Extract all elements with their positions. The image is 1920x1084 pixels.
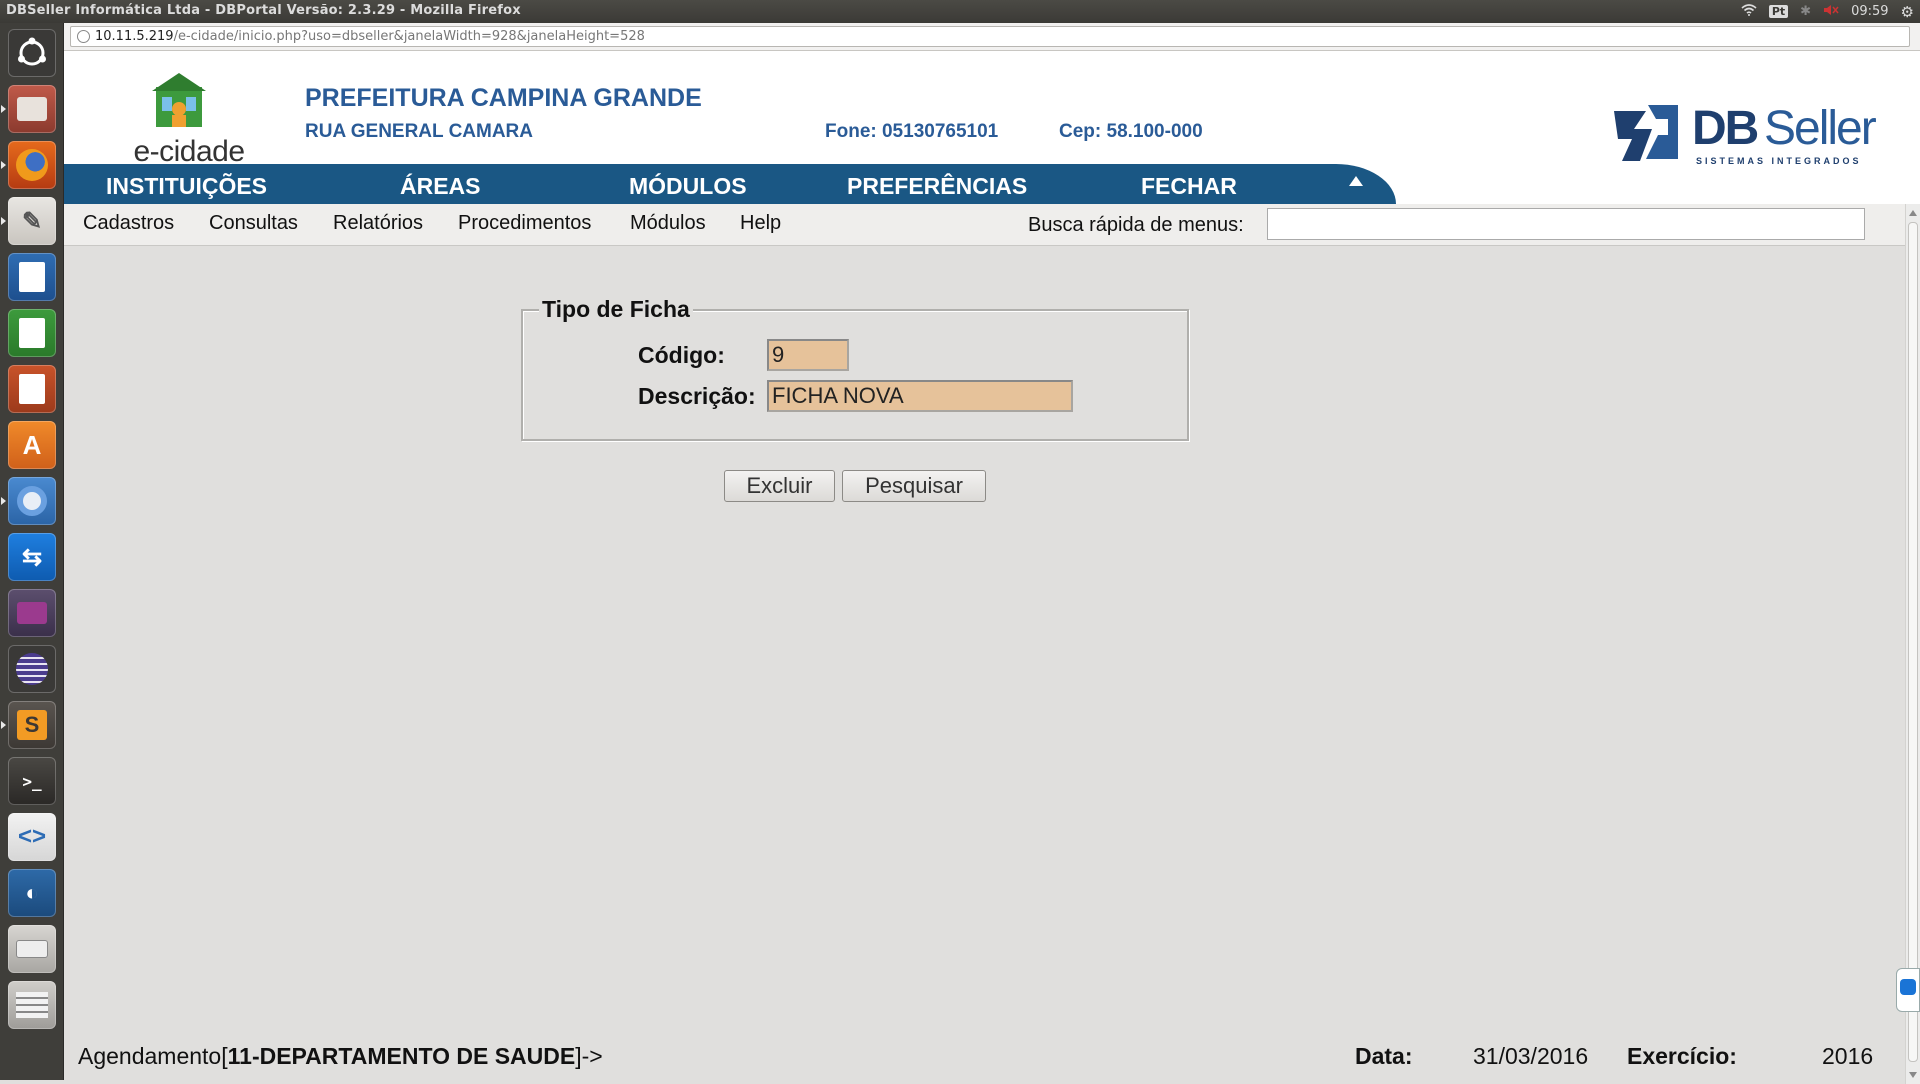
window-title: DBSeller Informática Ltda - DBPortal Ver… <box>6 3 521 18</box>
bluetooth-icon[interactable]: ✱ <box>1800 4 1811 19</box>
system-top-bar: DBSeller Informática Ltda - DBPortal Ver… <box>0 0 1920 23</box>
nav-instituicoes[interactable]: INSTITUIÇÕES <box>106 173 267 200</box>
current-module: Agendamento[11-DEPARTAMENTO DE SAUDE]-> <box>78 1043 603 1070</box>
clock[interactable]: 09:59 <box>1851 4 1888 19</box>
module-prefix: Agendamento[ <box>78 1043 228 1069</box>
organization-cep: Cep: 58.100-000 <box>1059 121 1203 142</box>
running-indicator <box>1 105 6 113</box>
fieldset-legend: Tipo de Ficha <box>539 296 693 323</box>
department-name: 11-DEPARTAMENTO DE SAUDE <box>227 1043 576 1069</box>
browser-address-bar: 10.11.5.219/e-cidade/inicio.php?uso=dbse… <box>64 23 1920 51</box>
quick-search-input[interactable] <box>1267 208 1865 240</box>
dbseller-logo-seller: Seller <box>1764 102 1877 155</box>
exercicio-value: 2016 <box>1822 1043 1874 1069</box>
scroll-thumb[interactable] <box>1908 222 1918 1062</box>
status-footer: Agendamento[11-DEPARTAMENTO DE SAUDE]-> … <box>64 1036 1905 1080</box>
descricao-field[interactable] <box>767 380 1073 412</box>
teamviewer-side-tab[interactable] <box>1896 968 1920 1012</box>
excluir-button[interactable]: Excluir <box>724 470 835 502</box>
page-header: e-cidade PREFEITURA CAMPINA GRANDE RUA G… <box>64 51 1920 205</box>
scroll-down-arrow-icon[interactable] <box>1909 1072 1917 1078</box>
mysql-workbench-icon[interactable]: ◐ <box>8 869 56 917</box>
menu-help[interactable]: Help <box>740 212 781 235</box>
video-player-icon[interactable] <box>8 589 56 637</box>
module-suffix: ]-> <box>575 1043 603 1069</box>
date-label: Data: <box>1355 1043 1413 1069</box>
text-editor-icon[interactable]: ✎ <box>8 197 56 245</box>
sublime-text-icon[interactable]: S <box>8 701 56 749</box>
file-manager-icon[interactable] <box>8 85 56 133</box>
workspaces-icon[interactable] <box>8 981 56 1029</box>
url-host: 10.11.5.219 <box>95 29 174 44</box>
eclipse-icon[interactable] <box>8 645 56 693</box>
organization-address: RUA GENERAL CAMARA <box>305 121 533 142</box>
url-field[interactable]: 10.11.5.219/e-cidade/inicio.php?uso=dbse… <box>70 26 1910 47</box>
menu-cadastros[interactable]: Cadastros <box>83 212 174 235</box>
teamviewer-icon[interactable]: ⇆ <box>8 533 56 581</box>
organization-name: PREFEITURA CAMPINA GRANDE <box>305 84 702 112</box>
page-scrollbar[interactable] <box>1905 204 1920 1084</box>
dbseller-logo: DB Seller SISTEMAS INTEGRADOS <box>1612 95 1877 175</box>
code-editor-icon[interactable]: <> <box>8 813 56 861</box>
site-identity-icon[interactable] <box>77 30 90 43</box>
dbseller-logo-db: DB <box>1692 102 1759 155</box>
ubuntu-dash-icon[interactable] <box>8 29 56 77</box>
nav-modulos[interactable]: MÓDULOS <box>629 173 747 200</box>
nav-fechar[interactable]: FECHAR <box>1141 173 1237 200</box>
dbseller-mark-icon <box>1614 105 1678 161</box>
quick-search-label: Busca rápida de menus: <box>1028 214 1244 236</box>
organization-phone: Fone: 05130765101 <box>825 121 999 142</box>
menu-procedimentos[interactable]: Procedimentos <box>458 212 591 235</box>
running-indicator <box>1 161 6 169</box>
impress-icon[interactable] <box>8 365 56 413</box>
pesquisar-button[interactable]: Pesquisar <box>842 470 986 502</box>
running-indicator <box>1 497 6 505</box>
chromium-icon[interactable] <box>8 477 56 525</box>
descricao-label: Descrição: <box>638 383 756 409</box>
running-indicator <box>1 217 6 225</box>
menu-relatorios[interactable]: Relatórios <box>333 212 423 235</box>
writer-icon[interactable] <box>8 253 56 301</box>
system-tray: Pt ✱ 09:59 ⚙ <box>1741 2 1914 21</box>
e-cidade-house-icon <box>152 73 206 127</box>
scroll-up-arrow-icon[interactable] <box>1909 210 1917 216</box>
dbseller-tagline: SISTEMAS INTEGRADOS <box>1696 156 1862 166</box>
terminal-icon[interactable]: >_ <box>8 757 56 805</box>
tipo-de-ficha-fieldset: Tipo de Ficha <box>521 296 1189 441</box>
sub-menu-bar: Cadastros Consultas Relatórios Procedime… <box>64 204 1905 246</box>
teamviewer-small-icon <box>1900 979 1916 995</box>
software-center-icon[interactable]: A <box>8 421 56 469</box>
firefox-icon[interactable] <box>8 141 56 189</box>
application-launcher: ✎ A ⇆ S >_ <> ◐ <box>0 23 64 1080</box>
settings-gear-icon[interactable]: ⚙ <box>1901 3 1914 21</box>
page-content: e-cidade PREFEITURA CAMPINA GRANDE RUA G… <box>64 51 1920 1084</box>
date-value: 31/03/2016 <box>1473 1043 1589 1069</box>
menu-consultas[interactable]: Consultas <box>209 212 298 235</box>
running-indicator <box>1 721 6 729</box>
keyboard-layout-indicator[interactable]: Pt <box>1768 5 1789 18</box>
collapse-header-icon[interactable] <box>1349 176 1363 186</box>
menu-modulos[interactable]: Módulos <box>630 212 706 235</box>
wifi-icon[interactable] <box>1741 3 1757 20</box>
nav-areas[interactable]: ÁREAS <box>400 173 481 200</box>
main-navigation: INSTITUIÇÕES ÁREAS MÓDULOS PREFERÊNCIAS … <box>64 164 1396 204</box>
codigo-label: Código: <box>638 342 725 368</box>
e-cidade-logo: e-cidade <box>114 65 264 175</box>
exercicio-label: Exercício: <box>1627 1043 1737 1069</box>
calc-icon[interactable] <box>8 309 56 357</box>
url-path: /e-cidade/inicio.php?uso=dbseller&janela… <box>173 29 645 44</box>
codigo-field[interactable] <box>767 339 849 371</box>
nav-preferencias[interactable]: PREFERÊNCIAS <box>847 173 1027 200</box>
drive-icon[interactable] <box>8 925 56 973</box>
volume-muted-icon[interactable] <box>1823 4 1839 20</box>
